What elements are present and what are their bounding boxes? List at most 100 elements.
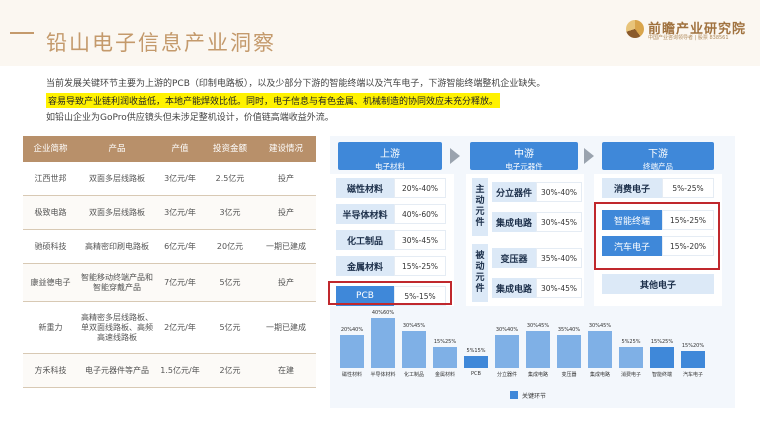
- chart-data-label: 5%15%: [466, 347, 486, 354]
- chain-item-value: 5%-25%: [662, 178, 714, 198]
- chart-bar: [681, 351, 705, 368]
- table-row: 方禾科技 电子元器件等产品 1.5亿元/年 2亿元 在建: [23, 354, 316, 388]
- chain-item-name: 磁性材料: [336, 178, 394, 198]
- company-table: 企业简称 产品 产值 投资金额 建设情况 江西世邦 双面多层线路板 3亿元/年 2.5…: [23, 136, 316, 388]
- table-cell: 智能移动终端产品和智能穿戴产品: [81, 272, 153, 292]
- chart-bar: [495, 334, 519, 368]
- table-header-cell: 企业简称: [33, 144, 68, 154]
- table-body: 江西世邦 双面多层线路板 3亿元/年 2.5亿元 投产 极致电路 双面多层线路板 3亿元/年 3…: [23, 162, 316, 388]
- table-cell: 1.5亿元/年: [160, 365, 200, 375]
- chain-item-name: 金属材料: [336, 256, 394, 276]
- midstream-subtitle: 电子元器件: [505, 162, 543, 171]
- chart-data-label: 15%25%: [650, 339, 674, 346]
- chart-bar: [464, 355, 488, 368]
- paragraph-3: 如铅山企业为GoPro供应镜头但未涉足整机设计，价值链高端收益外流。: [46, 113, 334, 123]
- table-cell: 5亿元: [219, 277, 241, 287]
- chart-category-label: 分立器件: [496, 372, 517, 378]
- chain-item-downstream: 其他电子: [602, 274, 714, 294]
- chart-category-label: 消费电子: [620, 372, 641, 378]
- downstream-title: 下游: [648, 149, 668, 160]
- table-cell: 高精密多层线路板、单双面线路板、高频高速线路板: [81, 312, 153, 342]
- chart-data-label: 15%25%: [433, 339, 457, 346]
- arrow-right-icon: [584, 148, 594, 164]
- table-cell: 方禾科技: [34, 365, 67, 375]
- chain-item-name: 变压器: [492, 248, 536, 268]
- legend-swatch: [510, 391, 518, 399]
- chain-item-value: 15%-25%: [394, 256, 446, 276]
- chain-item-value: 20%-40%: [394, 178, 446, 198]
- table-cell: 双面多层线路板: [89, 207, 145, 217]
- chart-bar: [526, 330, 550, 368]
- page-title: 铅山电子信息产业洞察: [46, 31, 276, 55]
- chart-bar: [619, 347, 643, 368]
- midstream-title: 中游: [514, 149, 534, 160]
- table-cell: 极致电路: [34, 207, 67, 217]
- chart-category-label: 汽车电子: [682, 372, 703, 378]
- table-cell: 3亿元/年: [164, 173, 196, 183]
- chain-item-downstream: 消费电子 5%-25%: [602, 178, 714, 198]
- legend-label: 关键环节: [522, 393, 547, 400]
- chain-item-upstream: 半导体材料 40%-60%: [336, 204, 446, 224]
- downstream-header: 下游 终端产品: [602, 142, 714, 171]
- logo-icon: [626, 20, 644, 38]
- chart-category-label: PCB: [471, 371, 481, 377]
- table-cell: 康益德电子: [30, 277, 71, 287]
- table-row: 江西世邦 双面多层线路板 3亿元/年 2.5亿元 投产: [23, 162, 316, 196]
- table-cell: 投产: [278, 277, 294, 287]
- chart-bar: [588, 330, 612, 368]
- table-cell: 高精密印刷电路板: [85, 241, 149, 251]
- chart-category-label: 半导体材料: [370, 372, 396, 378]
- paragraph-2-highlight: 容易导致产业链利润收益低，本地产能焊效比低。同时，电子信息与有色金属、机械制造的…: [46, 93, 501, 108]
- chain-item-name: 分立器件: [492, 182, 536, 202]
- table-cell: 电子元器件等产品: [85, 365, 149, 375]
- table-cell: 新重力: [38, 322, 63, 332]
- midstream-header: 中游 电子元器件: [470, 142, 578, 171]
- table-header-cell: 产品: [108, 144, 126, 154]
- logo: 前瞻产业研究院 中国产业咨询领导者 | 股票 838561: [626, 18, 756, 46]
- chart-bar: [557, 334, 581, 368]
- table-cell: 2亿元/年: [164, 322, 196, 332]
- table-cell: 5亿元: [219, 322, 241, 332]
- chart-bar: [650, 347, 674, 368]
- table-cell: 7亿元/年: [164, 277, 196, 287]
- chart-data-label: 30%45%: [402, 322, 426, 329]
- table-cell: 一期已建成: [266, 241, 306, 251]
- table-cell: 一期已建成: [266, 322, 306, 332]
- passive-components-label: 被动元件: [472, 244, 488, 302]
- highlight-box-pcb: [328, 281, 452, 305]
- table-header-cell: 产值: [171, 144, 189, 154]
- industry-chain-panel: 上游 电子材料 中游 电子元器件 下游 终端产品 磁性材料 20%-40% 半导体材…: [328, 136, 735, 408]
- chain-item-name: 半导体材料: [336, 204, 394, 224]
- table-cell: 3亿元: [219, 207, 241, 217]
- table-cell: 双面多层线路板: [89, 173, 145, 183]
- chain-item-midstream: 集成电路 30%-45%: [492, 278, 582, 298]
- table-header-cell: 建设情况: [268, 144, 303, 154]
- table-cell: 3亿元/年: [164, 207, 196, 217]
- chain-item-upstream: 化工制品 30%-45%: [336, 230, 446, 250]
- chain-item-upstream: 金属材料 15%-25%: [336, 256, 446, 276]
- upstream-title: 上游: [380, 149, 400, 160]
- table-row: 康益德电子 智能移动终端产品和智能穿戴产品 7亿元/年 5亿元 投产: [23, 264, 316, 302]
- logo-subtext: 中国产业咨询领导者 | 股票 838561: [648, 35, 729, 41]
- table-cell: 驰硕科技: [34, 241, 67, 251]
- table-cell: 2.5亿元: [215, 173, 245, 183]
- chart-bar: [402, 330, 426, 368]
- chart-data-label: 5%25%: [621, 339, 641, 346]
- table-cell: 投产: [278, 207, 294, 217]
- chart-data-label: 15%20%: [681, 343, 705, 350]
- chart-data-label: 30%45%: [588, 322, 612, 329]
- chart-category-label: 智能终端: [651, 372, 672, 378]
- chart-data-label: 35%40%: [557, 326, 581, 333]
- table-cell: 2亿元: [219, 365, 241, 375]
- upstream-subtitle: 电子材料: [375, 162, 405, 171]
- header-bar: 铅山电子信息产业洞察 前瞻产业研究院 中国产业咨询领导者 | 股票 838561: [0, 0, 760, 66]
- chart-category-label: 集成电路: [589, 372, 610, 378]
- table-row: 驰硕科技 高精密印刷电路板 6亿元/年 20亿元 一期已建成: [23, 230, 316, 264]
- midstream-column: 主动元件 被动元件 分立器件 30%-40% 集成电路 30%-45% 变压器 35%-40%…: [466, 174, 584, 306]
- chain-item-value: 35%-40%: [536, 248, 582, 268]
- chain-item-name: 化工制品: [336, 230, 394, 250]
- chart-category-label: 金属材料: [434, 372, 455, 378]
- upstream-header: 上游 电子材料: [338, 142, 442, 171]
- chain-item-value: 40%-60%: [394, 204, 446, 224]
- table-cell: 在建: [278, 365, 294, 375]
